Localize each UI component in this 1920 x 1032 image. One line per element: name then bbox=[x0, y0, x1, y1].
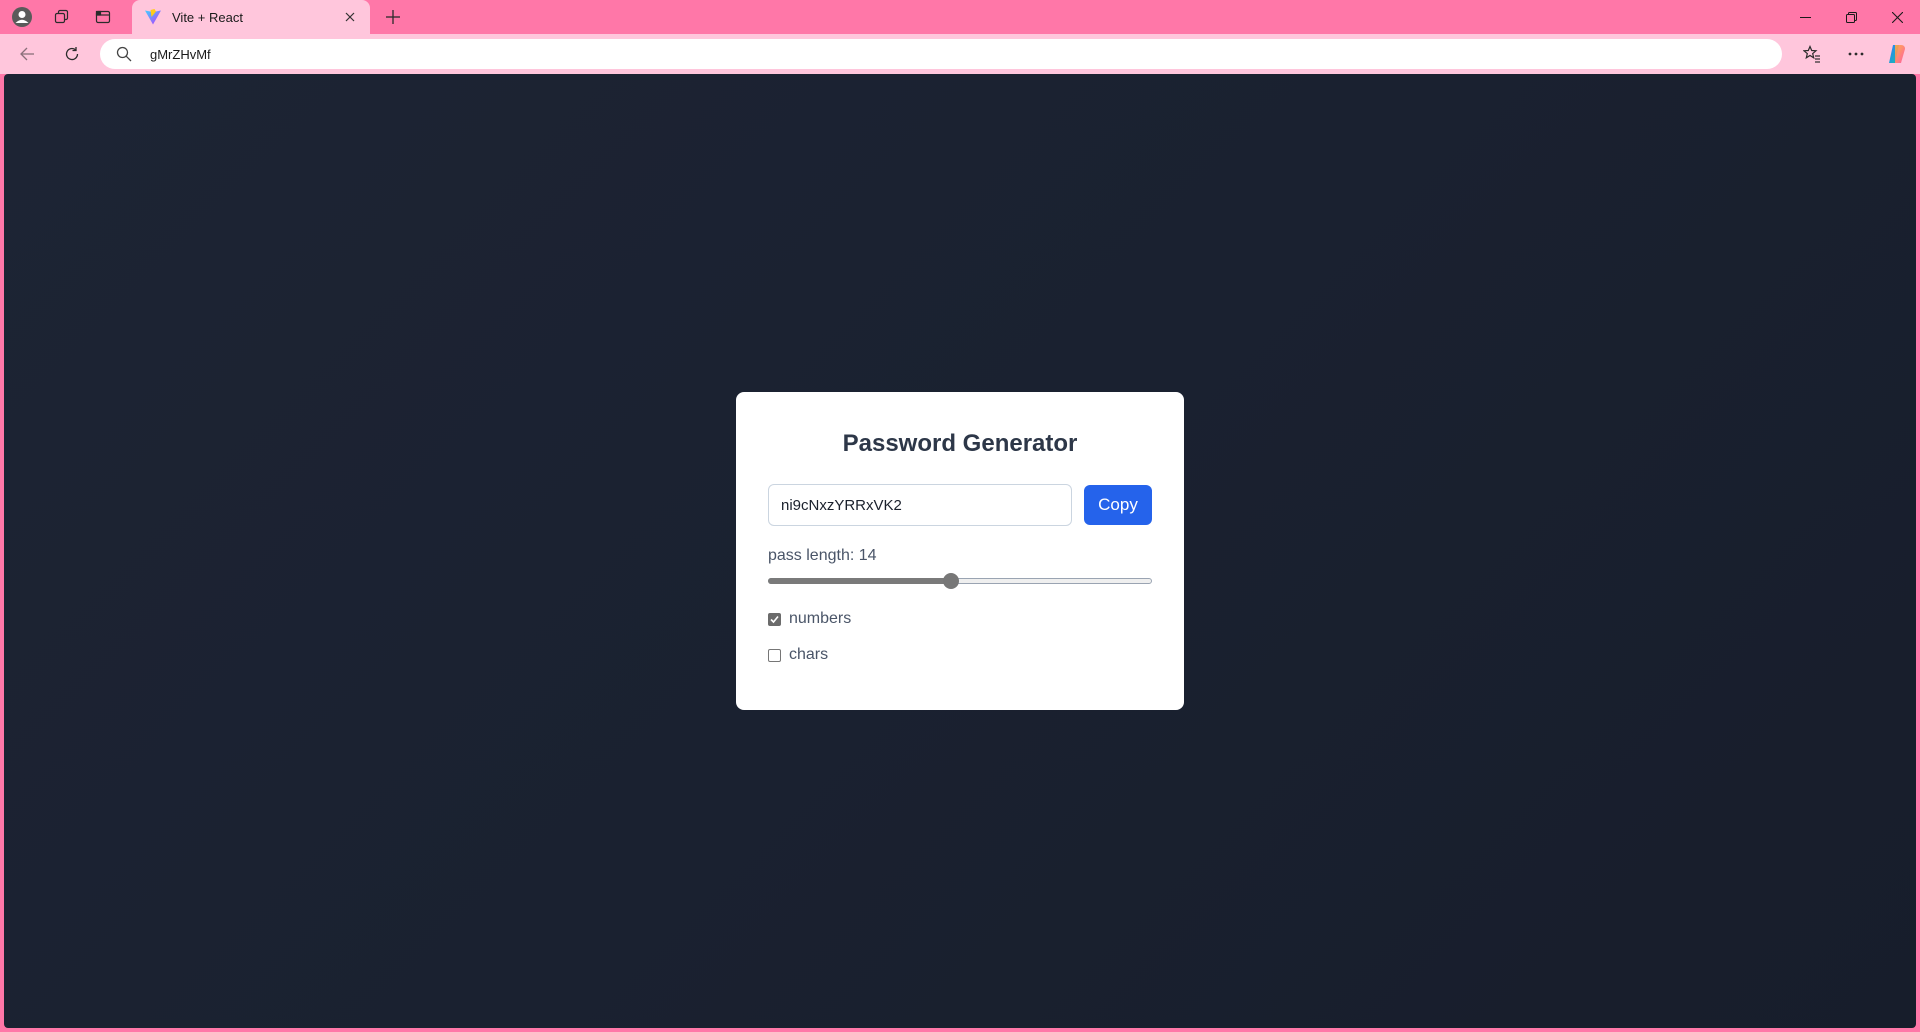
password-generator-card: Password Generator Copy pass length: 14 … bbox=[736, 392, 1184, 710]
option-chars[interactable]: chars bbox=[768, 645, 1152, 665]
chars-label[interactable]: chars bbox=[789, 646, 828, 664]
close-window-button[interactable] bbox=[1874, 0, 1920, 34]
length-label: pass length: 14 bbox=[768, 547, 877, 564]
tab-close-button[interactable] bbox=[340, 7, 360, 27]
tab-title: Vite + React bbox=[172, 9, 243, 25]
more-button[interactable] bbox=[1839, 37, 1873, 71]
browser-toolbar: gMrZHvMf bbox=[0, 34, 1920, 74]
close-icon bbox=[345, 12, 355, 22]
page-title: Password Generator bbox=[842, 430, 1078, 457]
vite-logo-icon bbox=[145, 9, 161, 25]
address-text[interactable]: gMrZHvMf bbox=[150, 47, 211, 62]
numbers-checkbox[interactable] bbox=[768, 612, 781, 626]
refresh-icon bbox=[65, 47, 79, 61]
back-arrow-icon bbox=[20, 47, 34, 61]
restore-icon bbox=[1845, 11, 1857, 23]
back-button[interactable] bbox=[10, 37, 44, 71]
password-field[interactable] bbox=[768, 484, 1072, 526]
favorites-button[interactable] bbox=[1795, 37, 1829, 71]
length-slider[interactable] bbox=[768, 573, 1152, 589]
profile-button[interactable] bbox=[4, 3, 40, 31]
chars-checkbox[interactable] bbox=[768, 648, 781, 662]
minimize-button[interactable] bbox=[1782, 0, 1828, 34]
workspaces-button[interactable] bbox=[44, 3, 80, 31]
plus-icon bbox=[386, 10, 400, 24]
restore-button[interactable] bbox=[1828, 0, 1874, 34]
active-tab[interactable]: Vite + React bbox=[132, 0, 370, 34]
copy-button[interactable]: Copy bbox=[1084, 485, 1152, 525]
profile-icon bbox=[12, 7, 32, 27]
refresh-button[interactable] bbox=[55, 37, 89, 71]
option-numbers[interactable]: numbers bbox=[768, 609, 1152, 629]
copilot-button[interactable] bbox=[1880, 37, 1914, 71]
slider-thumb[interactable] bbox=[943, 573, 959, 589]
tab-strip: Vite + React bbox=[0, 0, 1920, 34]
more-ellipsis-icon bbox=[1848, 52, 1864, 56]
vertical-tabs-button[interactable] bbox=[85, 3, 121, 31]
address-bar[interactable]: gMrZHvMf bbox=[100, 39, 1782, 69]
new-tab-button[interactable] bbox=[375, 3, 411, 31]
minimize-icon bbox=[1799, 16, 1811, 18]
workspaces-icon bbox=[54, 9, 69, 24]
close-icon bbox=[1891, 11, 1903, 23]
vertical-tabs-icon bbox=[95, 10, 111, 24]
favorites-star-icon bbox=[1803, 45, 1820, 63]
slider-fill bbox=[768, 578, 951, 584]
page-viewport: Password Generator Copy pass length: 14 … bbox=[4, 74, 1916, 1028]
search-icon bbox=[116, 44, 136, 64]
password-row: Copy bbox=[768, 484, 1152, 526]
copilot-icon bbox=[1889, 45, 1905, 63]
numbers-label[interactable]: numbers bbox=[789, 610, 851, 628]
